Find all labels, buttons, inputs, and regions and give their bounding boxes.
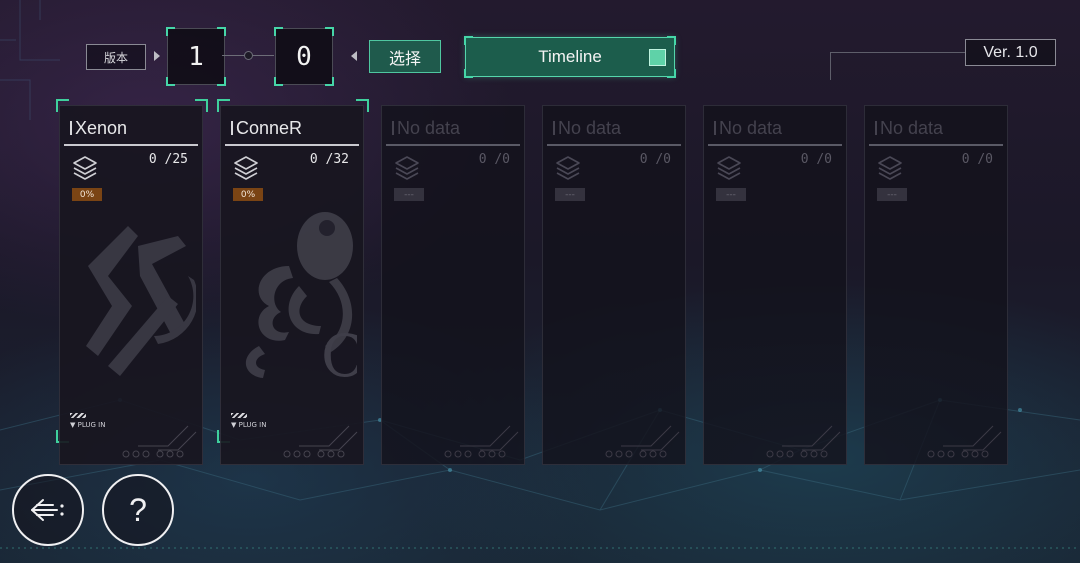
card-title: No data: [875, 114, 1001, 142]
card-title: No data: [714, 114, 840, 142]
card-clear-count: 0 /0: [639, 152, 671, 167]
card-divider: [225, 144, 359, 146]
card-divider: [547, 144, 681, 146]
layers-icon: [395, 156, 419, 180]
card-clear-count: 0 /32: [309, 152, 349, 167]
card-title: ConneR: [231, 114, 357, 142]
select-button[interactable]: 选择: [369, 40, 441, 73]
arrow-right-icon: [154, 51, 160, 61]
card-divider: [708, 144, 842, 146]
timeline-label: Timeline: [538, 47, 602, 66]
plug-in-label: ▼ PLUG IN: [70, 421, 106, 429]
timeline-button[interactable]: Timeline: [464, 36, 676, 78]
card-circuit-decoration: [766, 425, 841, 458]
plug-in-label: ▼ PLUG IN: [231, 421, 267, 429]
back-button[interactable]: [12, 474, 84, 546]
progress-percent-badge: ---: [555, 188, 585, 201]
song-pack-card-xenon[interactable]: Xenon 0 /25 0% ▼ PLUG IN: [59, 105, 203, 465]
timeline-icon: [649, 49, 666, 66]
card-clear-count: 0 /25: [148, 152, 188, 167]
card-circuit-decoration: [122, 425, 197, 458]
minor-version-digit: 0: [296, 41, 312, 72]
version-connector-dot: [244, 51, 253, 60]
card-circuit-decoration: [444, 425, 519, 458]
major-version-digit: 1: [188, 41, 204, 72]
back-arrow-icon: [31, 499, 64, 521]
version-label: Ver. 1.0: [965, 39, 1056, 66]
version-leader-line-vertical: [830, 52, 831, 80]
layers-icon: [717, 156, 741, 180]
card-title: No data: [392, 114, 518, 142]
layers-icon: [878, 156, 902, 180]
progress-percent-badge: 0%: [72, 188, 102, 201]
card-title: No data: [553, 114, 679, 142]
conner-emblem: C: [245, 212, 357, 390]
version-leader-line: [830, 52, 965, 53]
card-clear-count: 0 /0: [478, 152, 510, 167]
song-pack-card-empty[interactable]: No data 0 /0 ---: [703, 105, 847, 465]
progress-percent-badge: ---: [716, 188, 746, 201]
song-pack-card-conner[interactable]: ConneR 0 /32 0% C ▼ PLUG IN: [220, 105, 364, 465]
card-divider: [64, 144, 198, 146]
song-pack-card-empty[interactable]: No data 0 /0 ---: [864, 105, 1008, 465]
layers-icon: [556, 156, 580, 180]
card-circuit-decoration: [927, 425, 1002, 458]
version-tag: 版本: [86, 44, 146, 70]
layers-icon: [73, 156, 97, 180]
progress-percent-badge: ---: [877, 188, 907, 201]
card-clear-count: 0 /0: [961, 152, 993, 167]
plug-in-stripes: [70, 413, 86, 418]
progress-percent-badge: ---: [394, 188, 424, 201]
major-version-box[interactable]: 1: [166, 27, 226, 86]
card-clear-count: 0 /0: [800, 152, 832, 167]
layers-icon: [234, 156, 258, 180]
minor-version-box[interactable]: 0: [274, 27, 334, 86]
card-divider: [386, 144, 520, 146]
card-divider: [869, 144, 1003, 146]
help-button[interactable]: ?: [102, 474, 174, 546]
card-title: Xenon: [70, 114, 196, 142]
progress-percent-badge: 0%: [233, 188, 263, 201]
card-circuit-decoration: [283, 425, 358, 458]
song-pack-card-empty[interactable]: No data 0 /0 ---: [542, 105, 686, 465]
svg-text:C: C: [321, 322, 357, 390]
arrow-left-icon: [351, 51, 357, 61]
card-circuit-decoration: [605, 425, 680, 458]
song-pack-card-empty[interactable]: No data 0 /0 ---: [381, 105, 525, 465]
help-icon: ?: [129, 491, 147, 528]
plug-in-stripes: [231, 413, 247, 418]
xenon-emblem: [86, 226, 196, 376]
